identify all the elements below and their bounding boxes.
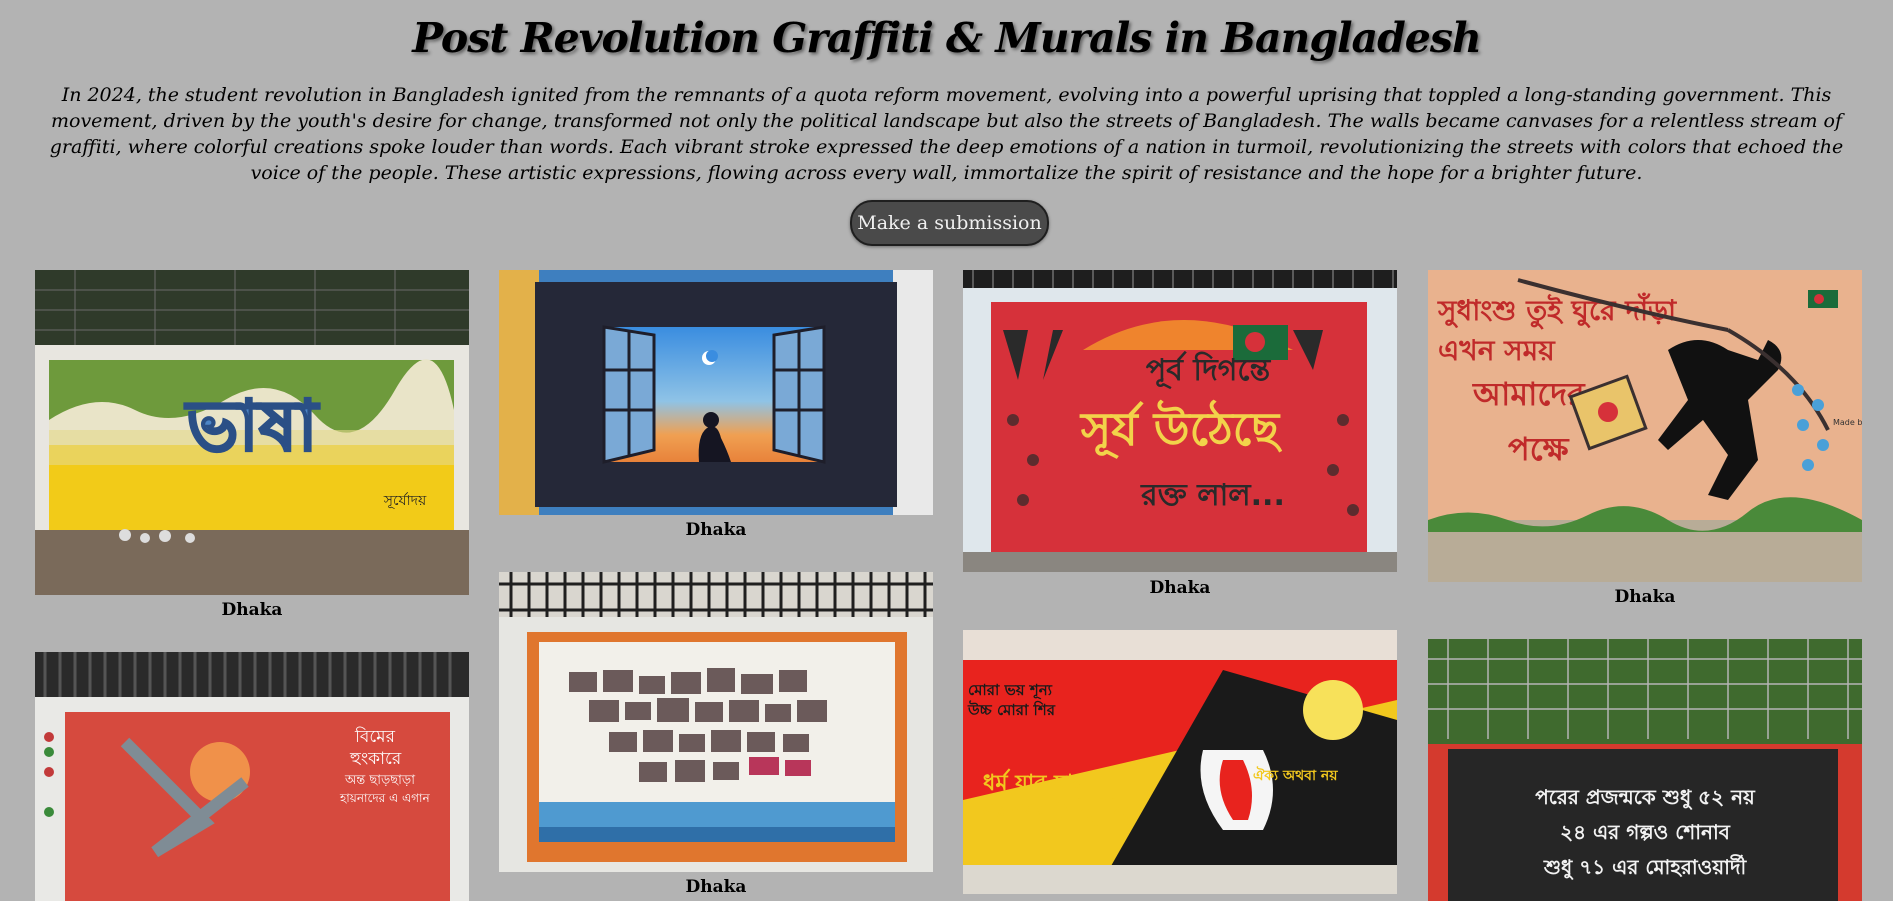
mural-photo[interactable]: পরের প্রজন্মকে শুধু ৫২ নয় ২৪ এর গল্পও শ… — [1428, 639, 1862, 901]
signature-tag: সূর্যোদয় — [383, 492, 427, 509]
mural-text-line: পক্ষে — [1508, 430, 1570, 468]
mural-text-line: হুংকারে — [349, 749, 402, 769]
mural-lettering: ভাষা — [184, 385, 320, 467]
mural-text-line: বিমের — [354, 726, 396, 747]
intro-paragraph: In 2024, the student revolution in Bangl… — [49, 84, 1844, 184]
photo-caption: Dhaka — [685, 520, 747, 540]
photo-caption: Dhaka — [1614, 587, 1676, 607]
mural-text-line: পরের প্রজন্মকে শুধু ৫২ নয় — [1535, 785, 1756, 810]
mural-text-line: অন্ত ছাড়ছাড়া — [344, 773, 415, 788]
photo-caption: Dhaka — [1149, 578, 1211, 598]
mural-text-line: সূর্য উঠেছে — [1079, 399, 1282, 459]
mural-text-line: সবার — [1051, 789, 1137, 835]
mural-photo[interactable]: সুধাংশু তুই ঘুরে দাঁড়া এখন সময় আমাদের … — [1428, 270, 1862, 582]
mural-photo[interactable]: ভাষা সূর্যোদয় — [35, 270, 469, 595]
make-submission-button[interactable]: Make a submission — [850, 200, 1049, 246]
mural-text-line: আমাদের — [1472, 375, 1586, 413]
mural-text-line: হায়নাদের এ এগান — [339, 791, 430, 805]
mural-text-line: উচ্চ মোরা শির — [967, 700, 1056, 719]
mural-text-line: রক্ত লাল... — [1140, 478, 1285, 513]
mural-photo[interactable]: মোরা ভয় শূন্য উচ্চ মোরা শির ধর্ম যার যা… — [963, 630, 1397, 894]
photo-caption: Dhaka — [221, 600, 283, 620]
mural-text-line: শুধু ৭১ এর মোহরাওয়ার্দী — [1543, 854, 1748, 880]
page-title: Post Revolution Graffiti & Murals in Ban… — [412, 14, 1482, 62]
mural-text-line: এখন সময় — [1438, 334, 1556, 367]
mural-photo[interactable] — [499, 572, 933, 872]
photo-caption: Dhaka — [685, 877, 747, 897]
mural-text-line: পূর্ব দিগন্তে — [1146, 351, 1272, 389]
mural-photo[interactable]: পূর্ব দিগন্তে সূর্য উঠেছে রক্ত লাল... — [963, 270, 1397, 572]
mural-text-line: ২৪ এর গল্পও শোনাব — [1560, 820, 1731, 844]
mural-photo[interactable] — [499, 270, 933, 515]
signature-tag: Made by Sanin — [1833, 418, 1862, 427]
mural-photo[interactable]: বিমের হুংকারে অন্ত ছাড়ছাড়া হায়নাদের এ… — [35, 652, 469, 901]
mural-text-line: মোরা ভয় শূন্য — [968, 681, 1053, 700]
mural-text-line: রাষ্ট্র সবার — [982, 799, 1046, 819]
mural-text-line: ঐক্য অথবা নয় — [1253, 766, 1338, 784]
